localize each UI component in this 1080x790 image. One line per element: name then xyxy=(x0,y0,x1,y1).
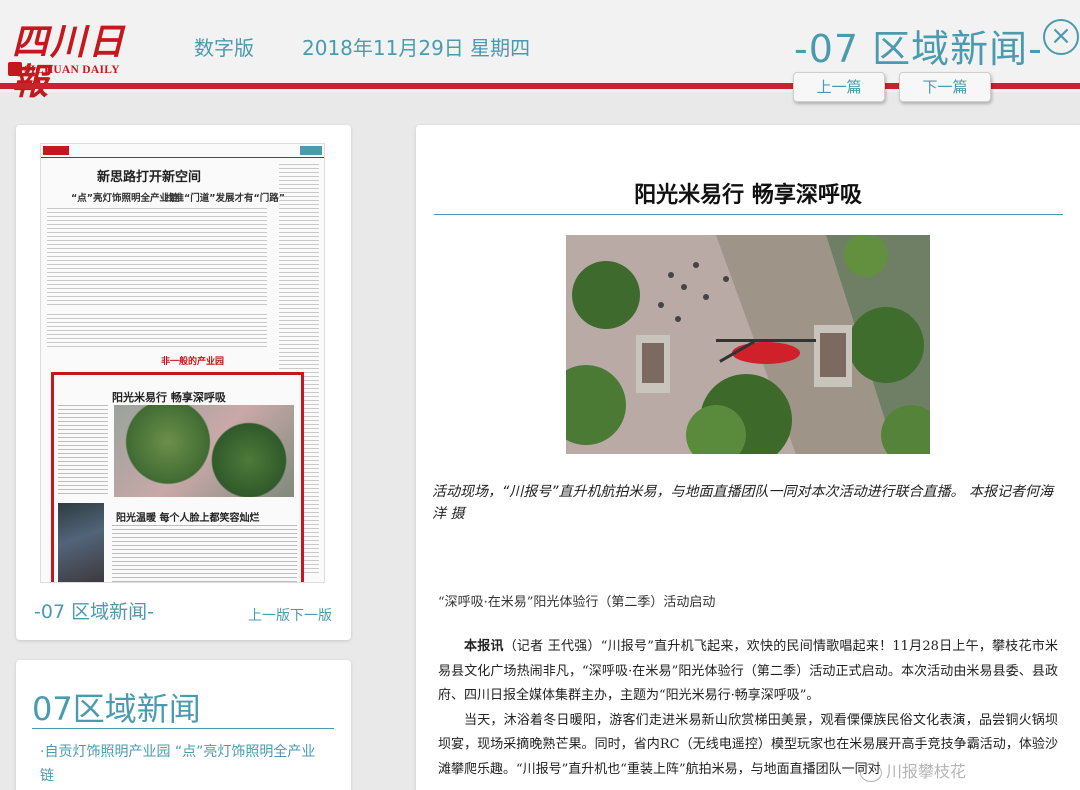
thumb-highlight-subhead: 阳光温暖 每个人脸上都笑容灿烂 xyxy=(116,513,260,524)
page-thumbnail-card: 新思路打开新空间 “点”亮灯饰照明全产业链 找准“门道”发展才有“门路” 非一般… xyxy=(16,125,351,640)
photo-caption: 活动现场，“川报号”直升机航拍米易，与地面直播团队一同对本次活动进行联合直播。 … xyxy=(432,484,1053,522)
edition-label: 数字版 xyxy=(194,36,254,60)
previous-article-button[interactable]: 上一篇 xyxy=(793,72,885,102)
thumb-page-header xyxy=(41,144,324,158)
current-article-highlight[interactable]: 阳光米易行 畅享深呼吸 阳光温暖 每个人脸上都笑容灿烂 xyxy=(51,372,304,582)
thumb-page-headline[interactable]: 新思路打开新空间 xyxy=(97,166,201,185)
thumb-highlight-headline: 阳光米易行 畅享深呼吸 xyxy=(112,391,226,404)
thumb-text-block xyxy=(112,525,297,582)
close-icon[interactable]: × xyxy=(1043,19,1079,55)
page-nav-links[interactable]: 上一版下一版 xyxy=(248,605,332,625)
page-label: -07 区域新闻- xyxy=(34,601,154,623)
thumb-logo-icon xyxy=(43,146,69,155)
thumb-article-link-2[interactable]: 找准“门道”发展才有“门路” xyxy=(165,190,285,204)
article-title-divider xyxy=(434,214,1063,215)
thumb-secondary-photo xyxy=(58,503,104,582)
article-subhead: “深呼吸·在米易”阳光体验行（第二季）活动启动 xyxy=(438,595,716,610)
page-thumbnail[interactable]: 新思路打开新空间 “点”亮灯饰照明全产业链 找准“门道”发展才有“门路” 非一般… xyxy=(40,143,325,583)
sichuan-daily-logo[interactable]: 四川日報 SICHUAN DAILY xyxy=(8,22,162,102)
article-photo[interactable] xyxy=(566,235,930,454)
wechat-icon xyxy=(860,763,882,782)
section-title: -07 区域新闻- xyxy=(794,27,1043,71)
thumb-article-link-1[interactable]: “点”亮灯饰照明全产业链 xyxy=(71,190,179,204)
article-title: 阳光米易行 畅享深呼吸 xyxy=(634,183,862,208)
watermark-text: 川报攀枝花 xyxy=(886,762,967,781)
article-card: 阳光米易行 畅享深呼吸 活动现场，“川报号”直升机航拍米易，与地面直播团队一同对… xyxy=(416,125,1080,790)
logo-emblem-icon xyxy=(8,62,22,76)
thumb-text-block xyxy=(47,208,267,308)
thumb-text-block xyxy=(58,405,108,497)
article-lead: 本报讯 xyxy=(464,639,504,654)
thumb-band-text: 非一般的产业园 xyxy=(161,357,225,367)
thumb-section-tag xyxy=(300,146,322,155)
logo-chinese-text: 四川日報 xyxy=(12,21,127,103)
aerial-plaza-photo xyxy=(566,235,930,454)
article-paragraph: 本报讯（记者 王代强）“川报号”直升机飞起来，欢快的民间情歌唱起来！11月28日… xyxy=(438,635,1058,709)
wechat-watermark: 川报攀枝花 xyxy=(860,758,966,782)
article-list-card: 07区域新闻 ·自贡灯饰照明产业园 “点”亮灯饰照明全产业链 xyxy=(16,660,351,790)
article-list-item[interactable]: ·自贡灯饰照明产业园 “点”亮灯饰照明全产业链 xyxy=(40,740,320,788)
issue-date: 2018年11月29日 星期四 xyxy=(302,36,531,60)
thumb-article-photo xyxy=(114,405,294,497)
article-list-divider xyxy=(32,728,334,729)
logo-english-text: SICHUAN DAILY xyxy=(24,64,120,76)
next-article-button[interactable]: 下一篇 xyxy=(899,72,991,102)
article-paragraph-text: （记者 王代强）“川报号”直升机飞起来，欢快的民间情歌唱起来！11月28日上午，… xyxy=(438,639,1058,703)
thumb-text-block xyxy=(47,314,267,350)
article-list-title: 07区域新闻 xyxy=(32,690,201,728)
